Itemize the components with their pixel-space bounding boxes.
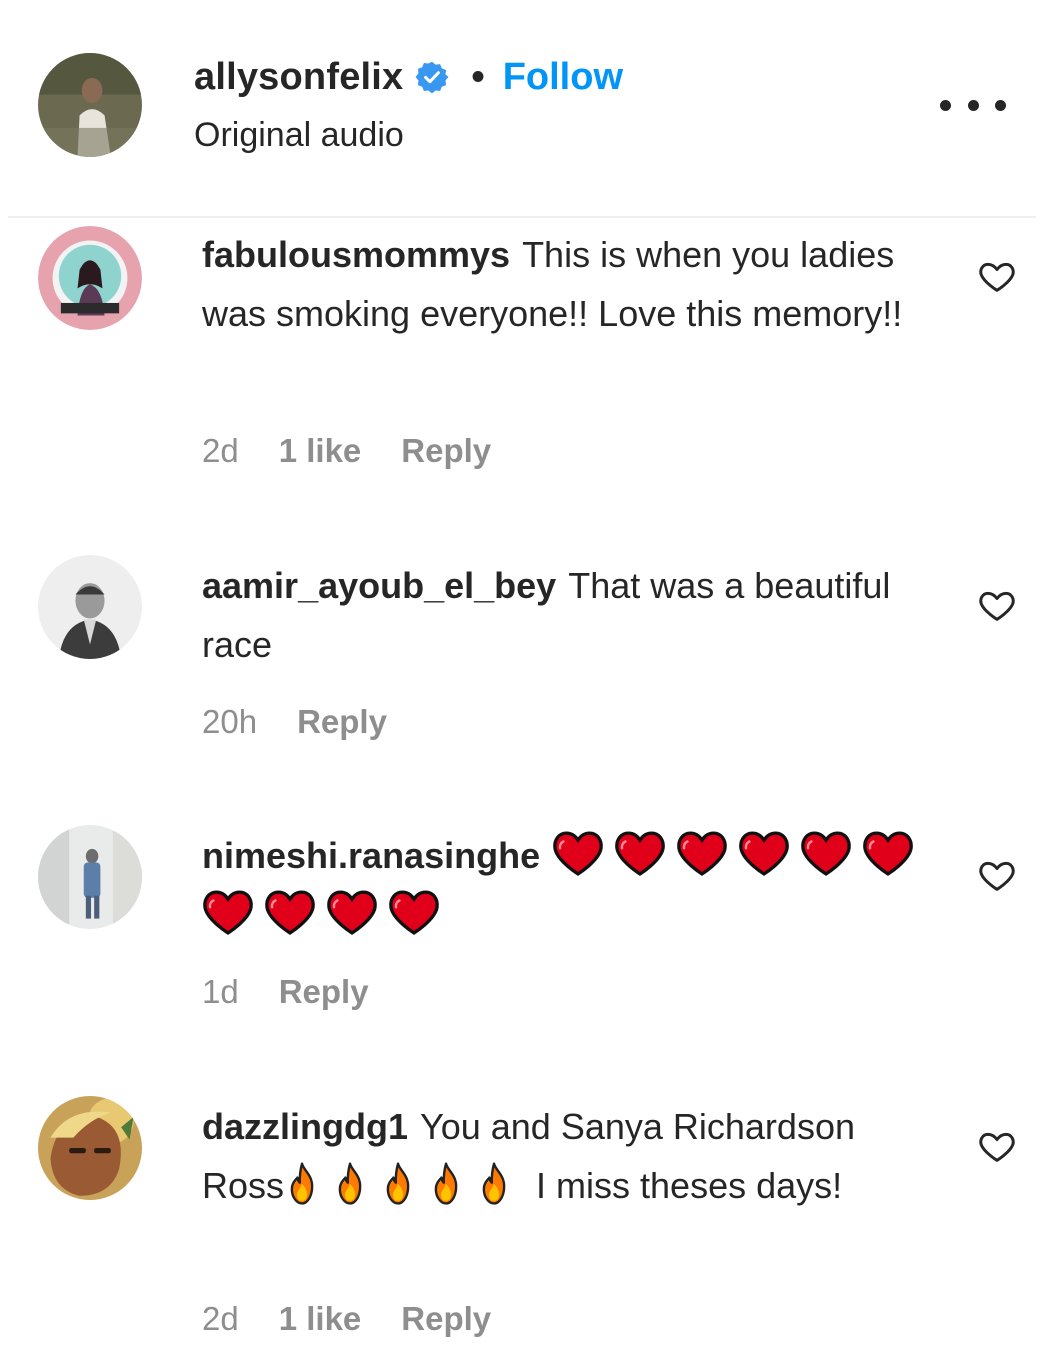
comment-text: aamir_ayoub_el_bey That was a beautiful r… (202, 557, 922, 674)
comment-text: fabulousmommys This is when you ladies wa… (202, 226, 922, 343)
fire-emoji (380, 1162, 416, 1206)
red-heart-emoji (800, 830, 852, 876)
red-heart-emoji (202, 889, 254, 935)
comment-username[interactable]: aamir_ayoub_el_bey (202, 565, 556, 606)
like-comment-heart-icon[interactable] (976, 1126, 1018, 1166)
comment-time[interactable]: 2d (202, 1300, 239, 1338)
like-comment-heart-icon[interactable] (976, 256, 1018, 296)
red-heart-emoji (264, 889, 316, 935)
fire-emoji-group (284, 1165, 524, 1206)
red-heart-emoji (738, 830, 790, 876)
follow-button[interactable]: Follow (503, 56, 623, 99)
like-comment-heart-icon[interactable] (976, 855, 1018, 895)
comment-text: dazzlingdg1 You and Sanya Richardson Ross… (202, 1098, 922, 1215)
reply-button[interactable]: Reply (401, 1300, 491, 1338)
original-audio-link[interactable]: Original audio (194, 116, 404, 155)
more-dot (967, 99, 979, 111)
header-divider (8, 216, 1036, 218)
more-options-icon[interactable] (940, 86, 1006, 124)
comment-likes[interactable]: 1 like (279, 432, 362, 470)
comment-meta: 2d 1 like Reply (202, 432, 491, 470)
red-heart-emoji (862, 830, 914, 876)
separator-dot: • (471, 55, 485, 98)
red-heart-emoji (326, 889, 378, 935)
red-heart-emoji (388, 889, 440, 935)
fire-emoji (332, 1162, 368, 1206)
comment-meta: 20h Reply (202, 703, 387, 741)
comment-time[interactable]: 20h (202, 703, 257, 741)
comment-body-end: I miss theses days! (536, 1164, 843, 1206)
comment-username[interactable]: nimeshi.ranasinghe (202, 835, 540, 876)
verified-badge-icon (415, 60, 449, 94)
fire-emoji (428, 1162, 464, 1206)
red-heart-emoji (614, 830, 666, 876)
fire-emoji (284, 1162, 320, 1206)
post-owner-line: allysonfelix • Follow (194, 52, 623, 102)
commenter-avatar[interactable] (38, 1096, 142, 1200)
comment-username[interactable]: dazzlingdg1 (202, 1106, 408, 1147)
post-owner-username[interactable]: allysonfelix (194, 56, 403, 99)
commenter-avatar[interactable] (38, 555, 142, 659)
comment-username[interactable]: fabulousmommys (202, 234, 510, 275)
comment-meta: 1d Reply (202, 973, 369, 1011)
comment-likes[interactable]: 1 like (279, 1300, 362, 1338)
reply-button[interactable]: Reply (401, 432, 491, 470)
post-owner-avatar[interactable] (38, 53, 142, 157)
red-heart-emoji (676, 830, 728, 876)
commenter-avatar[interactable] (38, 226, 142, 330)
red-heart-emoji (552, 830, 604, 876)
comment-time[interactable]: 2d (202, 432, 239, 470)
comment-time[interactable]: 1d (202, 973, 239, 1011)
commenter-avatar[interactable] (38, 825, 142, 929)
comment-text: nimeshi.ranasinghe (202, 827, 932, 944)
fire-emoji (476, 1162, 512, 1206)
post-header: allysonfelix • Follow Original audio (0, 0, 1045, 218)
comment-meta: 2d 1 like Reply (202, 1300, 491, 1338)
more-dot (940, 99, 951, 111)
reply-button[interactable]: Reply (297, 703, 387, 741)
more-dot (995, 99, 1006, 111)
reply-button[interactable]: Reply (279, 973, 369, 1011)
like-comment-heart-icon[interactable] (976, 585, 1018, 625)
